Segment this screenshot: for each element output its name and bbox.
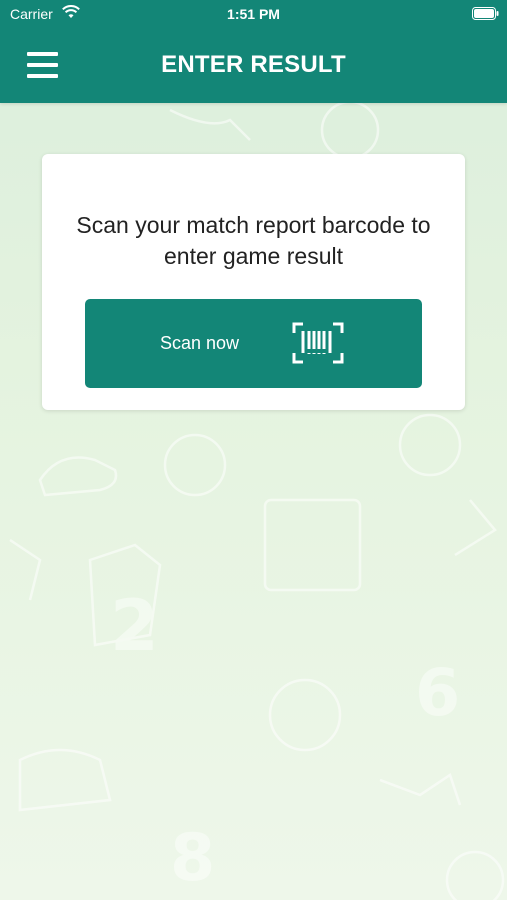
ball-doodle-2 [398,413,462,477]
shirt-doodle-1 [263,498,362,592]
boot-doodle-1 [38,456,118,497]
ball-doodle-1 [163,433,227,497]
number-six-doodle: 6 [415,656,460,731]
status-bar: Carrier 1:51 PM [0,0,507,30]
line-doodle-1 [9,538,42,601]
boot-doodle-2 [18,748,112,812]
ball-doodle-5 [445,850,505,900]
whistle-doodle [379,773,462,806]
number-eight-doodle: 8 [170,821,215,896]
app-header: Carrier 1:51 PM ENTER RESULT [0,0,507,103]
scan-now-button[interactable]: Scan now [85,299,422,388]
line-doodle-2 [169,108,251,141]
enter-result-screen: 2 6 8 Carrier 1:51 PM ENTER RESULT Scan … [0,0,507,900]
page-title: ENTER RESULT [161,51,346,78]
scan-card: Scan your match report barcode to enter … [42,154,465,410]
scan-button-label: Scan now [160,333,240,353]
status-time: 1:51 PM [227,6,280,22]
battery-icon [472,7,499,23]
scan-instruction-text: Scan your match report barcode to enter … [76,212,431,269]
ball-doodle-4 [320,100,380,160]
barcode-scan-icon [292,322,344,369]
flag-doodle [454,499,497,557]
ball-doodle-3 [268,678,342,752]
football-background-pattern: 2 6 8 [9,100,505,900]
number-two-doodle: 2 [110,585,159,667]
